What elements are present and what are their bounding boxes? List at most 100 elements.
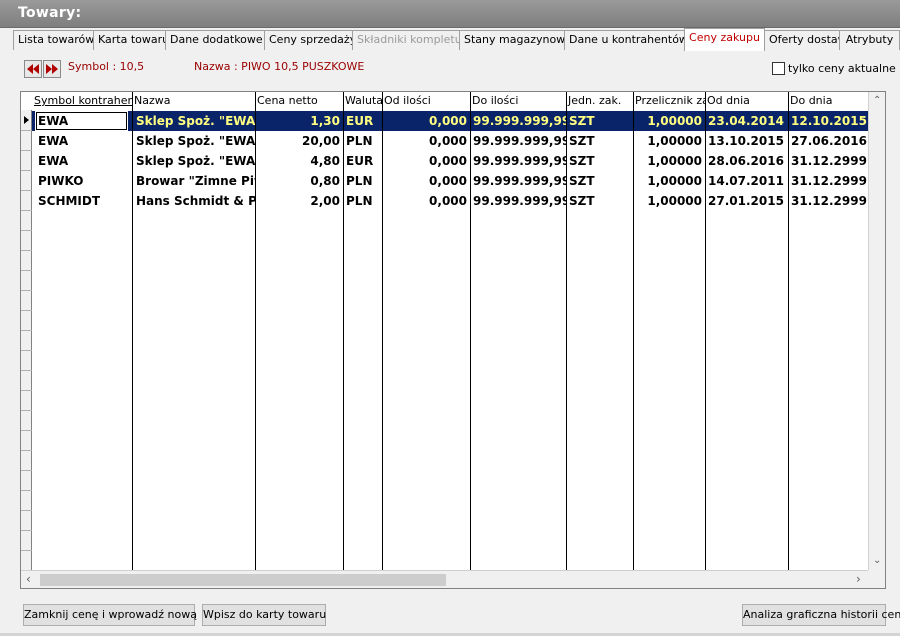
row-indicator-cell: [21, 391, 32, 411]
table-row[interactable]: SCHMIDT Hans Schmidt & Partner 2,00 PLN …: [32, 191, 868, 211]
current-prices-checkbox[interactable]: [772, 62, 785, 75]
cell-net-price[interactable]: 2,00: [255, 191, 343, 211]
cell-date-to[interactable]: 31.12.2999: [788, 191, 868, 211]
cell-conversion[interactable]: 1,00000: [633, 111, 705, 131]
cell-qty-from[interactable]: 0,000: [382, 171, 470, 191]
cell-qty-from[interactable]: 0,000: [382, 111, 470, 131]
tab-oferty-dostaw[interactable]: Oferty dostaw: [764, 30, 840, 50]
cell-qty-to[interactable]: 99.999.999,999: [470, 191, 566, 211]
price-history-chart-button[interactable]: Analiza graficzna historii cen: [742, 604, 900, 626]
column-divider: [788, 92, 789, 570]
scroll-up-icon[interactable]: ⌃: [873, 96, 881, 106]
column-header-symbol[interactable]: Symbol kontrahenta: [32, 92, 132, 110]
cell-name[interactable]: Sklep Spoż. "EWA": [133, 151, 255, 171]
cell-name[interactable]: Sklep Spoż. "EWA": [133, 131, 255, 151]
cell-unit[interactable]: SZT: [566, 191, 633, 211]
column-header-unit[interactable]: Jedn. zak.: [566, 92, 633, 110]
row-indicator-cell: [21, 311, 32, 331]
tab-dane-u-kontrahentow[interactable]: Dane u kontrahentów: [564, 30, 685, 50]
cell-symbol[interactable]: SCHMIDT: [35, 191, 133, 211]
cell-net-price[interactable]: 0,80: [255, 171, 343, 191]
row-indicator-cell: [21, 511, 32, 531]
cell-symbol[interactable]: PIWKO: [35, 171, 133, 191]
column-header-qty-from[interactable]: Od ilości: [382, 92, 470, 110]
cell-currency[interactable]: PLN: [343, 131, 382, 151]
tab-dane-dodatkowe[interactable]: Dane dodatkowe: [165, 30, 265, 50]
cell-currency[interactable]: PLN: [343, 191, 382, 211]
cell-unit[interactable]: SZT: [566, 151, 633, 171]
cell-date-from[interactable]: 28.06.2016: [705, 151, 788, 171]
vertical-scrollbar[interactable]: ⌃ ⌄: [868, 92, 885, 570]
cell-date-from[interactable]: 14.07.2011: [705, 171, 788, 191]
scroll-left-icon[interactable]: ‹: [26, 573, 31, 585]
purchase-prices-grid[interactable]: Symbol kontrahenta Nazwa Cena netto Walu…: [20, 91, 886, 589]
cell-symbol[interactable]: EWA: [35, 111, 128, 131]
horizontal-scrollbar[interactable]: ‹ ›: [21, 570, 868, 588]
tab-karta-towaru[interactable]: Karta towaru: [93, 30, 166, 50]
cell-name[interactable]: Hans Schmidt & Partner: [133, 191, 255, 211]
tab-atrybuty[interactable]: Atrybuty: [839, 30, 900, 50]
write-to-card-button[interactable]: Wpisz do karty towaru: [202, 604, 326, 626]
tab-lista-towarow[interactable]: Lista towarów: [13, 30, 94, 50]
cell-date-to[interactable]: 12.10.2015: [788, 111, 868, 131]
cell-qty-to[interactable]: 99.999.999,999: [470, 171, 566, 191]
row-indicator-cell: [21, 471, 32, 491]
column-header-qty-to[interactable]: Do ilości: [470, 92, 566, 110]
cell-date-from[interactable]: 13.10.2015: [705, 131, 788, 151]
cell-symbol[interactable]: EWA: [35, 131, 133, 151]
next-record-button[interactable]: [43, 60, 61, 78]
column-header-conversion[interactable]: Przelicznik zakup: [633, 92, 705, 110]
row-indicator-cell: [21, 331, 32, 351]
cell-date-from[interactable]: 23.04.2014: [705, 111, 788, 131]
column-header-date-from[interactable]: Od dnia: [705, 92, 788, 110]
cell-net-price[interactable]: 1,30: [255, 111, 343, 131]
table-row[interactable]: EWA Sklep Spoż. "EWA" 4,80 EUR 0,000 99.…: [32, 151, 868, 171]
cell-date-to[interactable]: 31.12.2999: [788, 151, 868, 171]
double-arrow-right-icon: [46, 64, 58, 74]
cell-qty-from[interactable]: 0,000: [382, 131, 470, 151]
cell-date-to[interactable]: 27.06.2016: [788, 131, 868, 151]
cell-currency[interactable]: EUR: [343, 151, 382, 171]
cell-name[interactable]: Browar "Zimne Piwko": [133, 171, 255, 191]
row-indicator-cell: [21, 171, 32, 191]
column-header-date-to[interactable]: Do dnia: [788, 92, 868, 110]
tab-stany-magazynowe[interactable]: Stany magazynowe: [459, 30, 565, 50]
table-row[interactable]: EWA Sklep Spoż. "EWA" 1,30 EUR 0,000 99.…: [32, 111, 868, 131]
cell-qty-to[interactable]: 99.999.999,999: [470, 131, 566, 151]
scrollbar-corner: [868, 570, 885, 588]
cell-qty-from[interactable]: 0,000: [382, 191, 470, 211]
column-header-name[interactable]: Nazwa: [132, 92, 255, 110]
cell-conversion[interactable]: 1,00000: [633, 151, 705, 171]
cell-currency[interactable]: EUR: [343, 111, 382, 131]
cell-conversion[interactable]: 1,00000: [633, 191, 705, 211]
cell-qty-to[interactable]: 99.999.999,999: [470, 111, 566, 131]
cell-conversion[interactable]: 1,00000: [633, 131, 705, 151]
symbol-label: Symbol : 10,5: [68, 60, 145, 73]
cell-conversion[interactable]: 1,00000: [633, 171, 705, 191]
cell-net-price[interactable]: 4,80: [255, 151, 343, 171]
column-divider: [132, 92, 133, 570]
scroll-right-icon[interactable]: ›: [856, 573, 861, 585]
tab-ceny-zakupu[interactable]: Ceny zakupu: [684, 28, 765, 51]
cell-name[interactable]: Sklep Spoż. "EWA": [133, 111, 255, 131]
cell-currency[interactable]: PLN: [343, 171, 382, 191]
close-price-button[interactable]: Zamknij cenę i wprowadź nową: [23, 604, 197, 626]
column-header-currency[interactable]: Waluta: [343, 92, 382, 110]
cell-unit[interactable]: SZT: [566, 111, 633, 131]
cell-net-price[interactable]: 20,00: [255, 131, 343, 151]
cell-unit[interactable]: SZT: [566, 171, 633, 191]
cell-symbol[interactable]: EWA: [35, 151, 133, 171]
row-indicator-cell: [21, 491, 32, 511]
cell-qty-from[interactable]: 0,000: [382, 151, 470, 171]
table-row[interactable]: EWA Sklep Spoż. "EWA" 20,00 PLN 0,000 99…: [32, 131, 868, 151]
column-header-net-price[interactable]: Cena netto: [255, 92, 343, 110]
cell-date-to[interactable]: 31.12.2999: [788, 171, 868, 191]
tab-ceny-sprzedazy[interactable]: Ceny sprzedaży: [264, 30, 353, 50]
scroll-down-icon[interactable]: ⌄: [873, 556, 881, 566]
cell-qty-to[interactable]: 99.999.999,999: [470, 151, 566, 171]
horizontal-scroll-thumb[interactable]: [40, 574, 446, 586]
cell-unit[interactable]: SZT: [566, 131, 633, 151]
cell-date-from[interactable]: 27.01.2015: [705, 191, 788, 211]
table-row[interactable]: PIWKO Browar "Zimne Piwko" 0,80 PLN 0,00…: [32, 171, 868, 191]
previous-record-button[interactable]: [24, 60, 42, 78]
